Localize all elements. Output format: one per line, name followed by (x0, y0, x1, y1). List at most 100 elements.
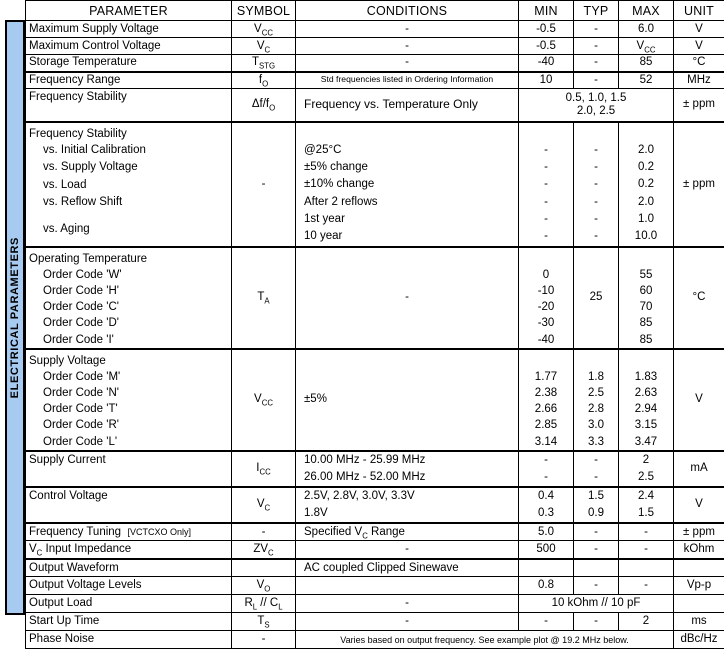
sub-min: - (522, 159, 570, 176)
cell-parameter: VC Input Impedance (26, 541, 232, 559)
cell-min: -0.5 (519, 21, 574, 38)
sub-min: 1.77 (522, 369, 570, 385)
cell-symbol: TS (232, 613, 296, 631)
sub-max: 0.2 (622, 159, 670, 176)
sub-max: 1.83 (622, 369, 670, 385)
cell-min-group: 0 -10 -20 -30 -40 (519, 247, 574, 349)
cell-unit: V (674, 349, 724, 451)
section-label-text: ELECTRICAL PARAMETERS (9, 237, 21, 398)
cell-symbol (232, 559, 296, 577)
sub-min: -40 (522, 332, 570, 348)
cell-parameter: Frequency Range (26, 72, 232, 89)
cell-typ: - (574, 72, 619, 89)
table-row-output-waveform: Output Waveform AC coupled Clipped Sinew… (26, 559, 724, 577)
sub-min: - (522, 452, 570, 469)
section-label-band: ELECTRICAL PARAMETERS (5, 20, 25, 615)
cell-min: -40 (519, 55, 574, 72)
cell-value-span: 0.5, 1.0, 1.5 2.0, 2.5 (519, 89, 674, 122)
table-row: Frequency Stability Δf/fO Frequency vs. … (26, 89, 724, 122)
max-sub: CC (644, 45, 655, 54)
sub-conditions: 1st year (304, 211, 515, 228)
symbol-sub: A (264, 297, 269, 306)
sub-conditions: ±5% change (304, 159, 515, 176)
sub-conditions: 10 year (304, 228, 515, 245)
table-row: Maximum Control Voltage VC - -0.5 - VCC … (26, 38, 724, 55)
sub-max: 2.0 (622, 194, 670, 211)
sub-typ: 2.5 (577, 385, 615, 401)
table-row-vc-input-impedance: VC Input Impedance ZVC - 500 - - kOhm (26, 541, 724, 559)
cell-unit (674, 595, 724, 613)
value-line-1: 0.5, 1.0, 1.5 (522, 92, 670, 105)
cell-parameter: Output Voltage Levels (26, 577, 232, 595)
sub-max: 3.47 (622, 434, 670, 450)
cell-parameter: Maximum Supply Voltage (26, 21, 232, 38)
cell-max: 52 (619, 72, 674, 89)
cell-min-group: - - - - - - (519, 122, 574, 247)
sub-parameter: Order Code 'H' (29, 283, 228, 299)
conditions-pre: Specified V (304, 526, 362, 538)
sub-min: -20 (522, 299, 570, 315)
sub-parameter: Order Code 'R' (29, 417, 228, 433)
cell-unit: ± ppm (674, 89, 724, 122)
cell-typ: - (574, 613, 619, 631)
cell-typ: - (574, 577, 619, 595)
cell-max: - (619, 523, 674, 541)
group-title: Supply Voltage (29, 353, 228, 369)
sub-parameter: Order Code 'N' (29, 385, 228, 401)
sub-conditions: @25°C (304, 142, 515, 159)
sub-parameter: Order Code 'T' (29, 401, 228, 417)
header-row: PARAMETER SYMBOL CONDITIONS MIN TYP MAX … (26, 1, 724, 21)
cell-symbol: - (232, 523, 296, 541)
sub-conditions: After 2 reflows (304, 194, 515, 211)
column-header-typ: TYP (574, 1, 619, 21)
table-body: Maximum Supply Voltage VCC - -0.5 - 6.0 … (26, 21, 724, 649)
cell-parameter-group: Operating Temperature Order Code 'W' Ord… (26, 247, 232, 349)
sub-conditions: 1.8V (304, 505, 515, 522)
table-row-group-supply-voltage: Supply Voltage Order Code 'M' Order Code… (26, 349, 724, 451)
cell-conditions: - (296, 541, 519, 559)
cell-min (519, 559, 574, 577)
cell-unit: °C (674, 55, 724, 72)
cell-max: 2 (619, 613, 674, 631)
cell-conditions: - (296, 38, 519, 55)
symbol-base: V (257, 498, 265, 510)
table-row-control-voltage: Control Voltage VC 2.5V, 2.8V, 3.0V, 3.3… (26, 487, 724, 523)
cell-parameter: Output Waveform (26, 559, 232, 577)
sub-max: 1.5 (622, 505, 670, 522)
symbol-base: V (254, 23, 262, 35)
sub-max: 2.94 (622, 401, 670, 417)
sub-parameter: Order Code 'C' (29, 299, 228, 315)
cell-parameter: Maximum Control Voltage (26, 38, 232, 55)
cell-parameter: Control Voltage (26, 487, 232, 523)
sub-min: 2.85 (522, 417, 570, 433)
cell-max-group: 55 60 70 85 85 (619, 247, 674, 349)
sub-max: 60 (622, 283, 670, 299)
sub-typ: - (577, 142, 615, 159)
sub-min: - (522, 142, 570, 159)
cell-conditions-group: @25°C ±5% change ±10% change After 2 ref… (296, 122, 519, 247)
cell-max (619, 559, 674, 577)
cell-unit: V (674, 487, 724, 523)
group-title: Operating Temperature (29, 251, 228, 267)
symbol-sub: O (269, 104, 275, 113)
datasheet-electrical-parameters-table: ELECTRICAL PARAMETERS PARAMETER SYMBOL C… (0, 0, 724, 616)
cell-conditions: ±5% (296, 349, 519, 451)
cell-symbol: fO (232, 72, 296, 89)
cell-parameter: Storage Temperature (26, 55, 232, 72)
symbol-sub: CC (262, 399, 273, 408)
sub-min: 0.3 (522, 505, 570, 522)
sub-min: 2.38 (522, 385, 570, 401)
symbol-sub: C (265, 45, 271, 54)
table-row: Storage Temperature TSTG - -40 - 85 °C (26, 55, 724, 72)
sub-min: - (522, 469, 570, 486)
sub-min: - (522, 211, 570, 228)
sub-max: 2.4 (622, 488, 670, 505)
sub-max: 2.5 (622, 469, 670, 486)
cell-unit (674, 559, 724, 577)
sub-max: 2.63 (622, 385, 670, 401)
sub-typ: 1.8 (577, 369, 615, 385)
spec-table: PARAMETER SYMBOL CONDITIONS MIN TYP MAX … (25, 0, 724, 649)
symbol-sub: C (265, 504, 271, 513)
sub-max: 70 (622, 299, 670, 315)
cell-typ-group: - - - - - - (574, 122, 619, 247)
